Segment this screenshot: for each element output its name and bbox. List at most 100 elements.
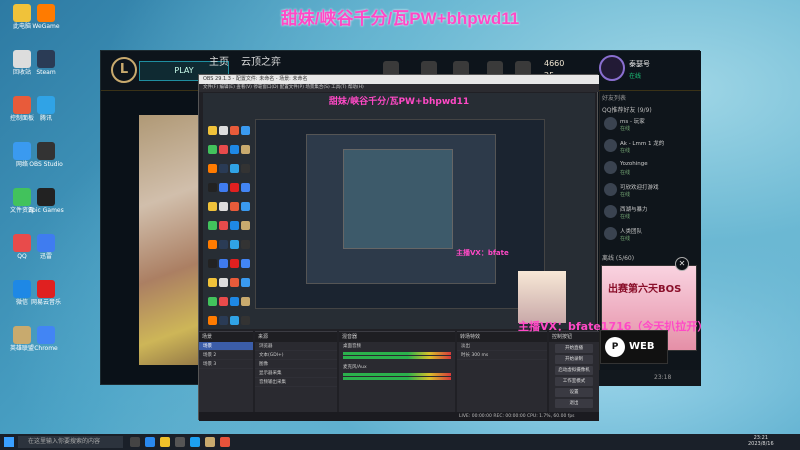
explorer-icon[interactable] <box>160 437 170 447</box>
edge-icon[interactable] <box>145 437 155 447</box>
friend-name: 人类团队 <box>620 229 643 235</box>
taskbar-date: 2023/8/16 <box>748 441 774 447</box>
friends-group[interactable]: QQ推荐好友 (9/9) <box>600 103 702 115</box>
app-icon <box>37 280 55 298</box>
sources-title: 来源 <box>255 332 337 342</box>
mixer-meter <box>343 356 451 359</box>
preview-icon <box>230 145 239 154</box>
source-item[interactable]: 浏览器 <box>255 342 337 351</box>
friends-header: 好友列表 <box>602 95 627 102</box>
nav-tft[interactable]: 云顶之弈 <box>241 53 281 68</box>
close-icon[interactable]: ✕ <box>675 257 689 271</box>
exit-button[interactable]: 退出 <box>555 399 593 408</box>
friend-row[interactable]: Yozohinge 在线 <box>602 159 700 177</box>
friend-status: 在线 <box>620 214 631 220</box>
taskbar-clock[interactable]: 23:21 2023/8/16 <box>748 435 774 447</box>
virtual-camera-button[interactable]: 启动虚拟摄像机 <box>555 366 593 375</box>
avatar[interactable] <box>599 55 625 81</box>
preview-icon <box>219 164 228 173</box>
desktop-icon-label: OBS Studio <box>29 161 63 168</box>
obs-window: OBS 29.1.3 - 配置文件: 未命名 - 场景: 未命名 文件(F) 编… <box>198 74 599 421</box>
preview-icon <box>230 126 239 135</box>
friend-avatar <box>604 183 617 196</box>
mixer-item: 麦克风/Aux <box>343 365 367 370</box>
source-item[interactable]: 显示器采集 <box>255 369 337 378</box>
desktop-icon[interactable]: 网易云音乐 <box>26 280 66 306</box>
preview-icon <box>208 183 217 192</box>
nested-client: 主播VX：bfate <box>255 119 545 309</box>
preview-icon <box>208 297 217 306</box>
preview-icon <box>230 259 239 268</box>
friend-row[interactable]: 西湖与暴力 在线 <box>602 203 700 221</box>
friend-status: 在线 <box>620 192 631 198</box>
app-icon <box>37 326 55 344</box>
task-view-icon[interactable] <box>130 437 140 447</box>
friend-row[interactable]: 可欣欢迎打游戏 在线 <box>602 181 700 199</box>
preview-icon <box>219 259 228 268</box>
studio-mode-button[interactable]: 工作室模式 <box>555 377 593 386</box>
windows-start-icon[interactable] <box>4 437 14 447</box>
desktop-icon[interactable]: Steam <box>26 50 66 76</box>
preview-icon <box>208 240 217 249</box>
obs-menu[interactable]: 文件(F) 编辑(E) 查看(V) 停靠窗口(D) 配置文件(P) 场景集合(S… <box>199 84 599 92</box>
source-item[interactable]: 文本(GDI+) <box>255 351 337 360</box>
nested-vx-text: 主播VX：bfate <box>456 249 509 257</box>
taskbar: 在这里输入你要搜索的内容 23:21 2023/8/16 <box>0 434 800 450</box>
friend-row[interactable]: ms - 玩家 在线 <box>602 115 700 133</box>
friend-status: 在线 <box>620 170 631 176</box>
preview-icon <box>241 183 250 192</box>
preview-icon <box>219 278 228 287</box>
friend-name: ms - 玩家 <box>620 119 645 125</box>
friend-row[interactable]: 人类团队 在线 <box>602 225 700 243</box>
start-record-button[interactable]: 开始录制 <box>555 355 593 364</box>
mixer-dock: 混音器 桌面音频 麦克风/Aux <box>339 331 455 421</box>
desktop-icon[interactable]: 迅雷 <box>26 234 66 260</box>
lol-taskbar-icon[interactable] <box>205 437 215 447</box>
scene-item[interactable]: 场景 <box>199 342 253 351</box>
desktop-icon-label: Chrome <box>34 345 58 352</box>
start-stream-button[interactable]: 开始直播 <box>555 344 593 353</box>
desktop-icon[interactable]: Epic Games <box>26 188 66 214</box>
preview-subtitle: 甜妹/峡谷千分/瓦PW+bhpwd11 <box>328 97 470 107</box>
nested-preview <box>343 149 453 249</box>
transitions-dock: 转场特效 淡出 时长 300 ms <box>457 331 547 421</box>
obs-taskbar-icon[interactable] <box>175 437 185 447</box>
mixer-meter <box>343 377 451 380</box>
preview-icon <box>219 316 228 325</box>
preview-icon <box>230 240 239 249</box>
desktop-icon-label: 迅雷 <box>39 253 52 260</box>
preview-icon <box>208 278 217 287</box>
friend-row[interactable]: Ak - Lmm 1 龙的 在线 <box>602 137 700 155</box>
preview-icon <box>230 202 239 211</box>
app-taskbar-icon[interactable] <box>220 437 230 447</box>
mixer-meter <box>343 352 451 355</box>
friend-avatar <box>604 227 617 240</box>
desktop-icon[interactable]: Chrome <box>26 326 66 352</box>
preview-icon <box>219 183 228 192</box>
taskbar-search[interactable]: 在这里输入你要搜索的内容 <box>18 436 123 448</box>
nav-home[interactable]: 主页 <box>209 53 229 68</box>
source-item[interactable]: 音频输出采集 <box>255 378 337 387</box>
preview-icon <box>219 145 228 154</box>
duration-field[interactable]: 时长 300 ms <box>457 351 547 360</box>
app-icon <box>37 188 55 206</box>
controls-dock: 控制按钮 开始直播 开始录制 启动虚拟摄像机 工作室模式 设置 退出 <box>549 331 599 421</box>
preview-icon <box>241 126 250 135</box>
preview-icon <box>230 278 239 287</box>
scene-item[interactable]: 场景 3 <box>199 360 253 369</box>
desktop-icon[interactable]: OBS Studio <box>26 142 66 168</box>
preview-icon <box>208 145 217 154</box>
mixer-meter <box>343 373 451 376</box>
desktop-icons: 此电脑 回收站 控制面板 网络 文件资源 QQ 微信 英雄联盟 WeGame Steam 腾讯 OBS… <box>0 0 90 430</box>
preview-icon <box>230 183 239 192</box>
settings-button[interactable]: 设置 <box>555 388 593 397</box>
scene-item[interactable]: 场景 2 <box>199 351 253 360</box>
preview-icon <box>208 164 217 173</box>
mixer-title: 混音器 <box>339 332 455 342</box>
qq-taskbar-icon[interactable] <box>190 437 200 447</box>
preview-icon <box>208 259 217 268</box>
transition-select[interactable]: 淡出 <box>457 342 547 351</box>
preview-icon <box>230 221 239 230</box>
source-item[interactable]: 图像 <box>255 360 337 369</box>
desktop-icon[interactable]: 腾讯 <box>26 96 66 122</box>
